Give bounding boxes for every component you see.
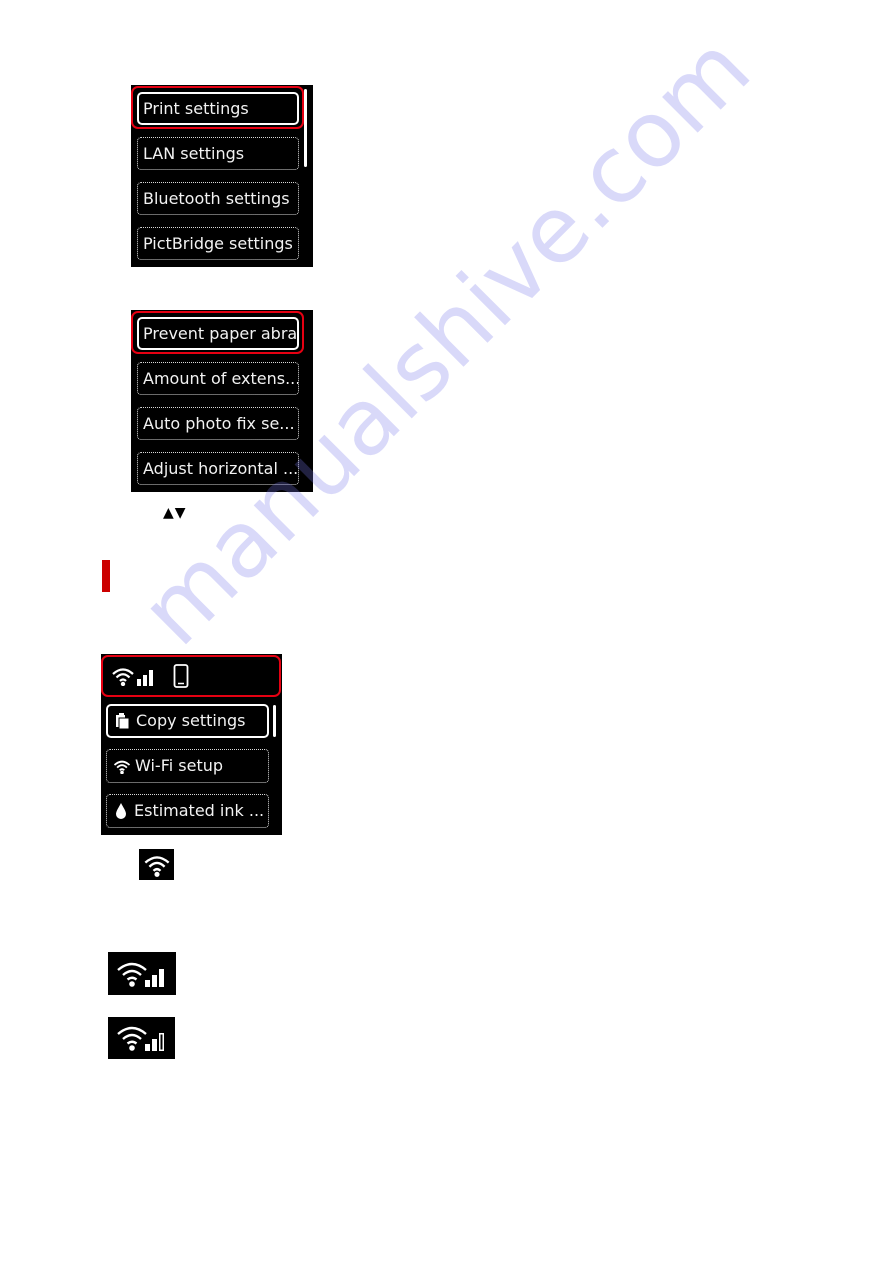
scrollbar[interactable] (304, 89, 307, 167)
copy-icon (116, 713, 130, 730)
menu-item-adjust-horizontal[interactable]: Adjust horizontal ... (137, 452, 299, 485)
menu-item-label: Copy settings (136, 711, 246, 730)
menu-item-bluetooth-settings[interactable]: Bluetooth settings (137, 182, 299, 215)
wifi-signal-medium-icon (116, 1026, 164, 1051)
highlight-frame (131, 86, 304, 129)
wifi-icon-sample (139, 849, 174, 880)
wifi-signal-medium-sample (108, 1017, 175, 1059)
menu-item-label: Estimated ink ... (134, 801, 265, 820)
menu-item-amount-of-extension[interactable]: Amount of extens... (137, 362, 299, 395)
wifi-icon (113, 760, 131, 774)
highlight-frame (131, 311, 304, 354)
section-heading-marker (102, 560, 110, 592)
menu-item-auto-photo-fix[interactable]: Auto photo fix se... (137, 407, 299, 440)
highlight-frame (101, 655, 281, 697)
menu-item-estimated-ink[interactable]: Estimated ink ... (106, 794, 269, 828)
wifi-signal-strong-sample (108, 952, 176, 995)
menu-item-wifi-setup[interactable]: Wi-Fi setup (106, 749, 269, 783)
wifi-icon (144, 855, 169, 877)
menu-item-lan-settings[interactable]: LAN settings (137, 137, 299, 170)
ink-drop-icon (116, 803, 126, 819)
menu-item-pictbridge-settings[interactable]: PictBridge settings (137, 227, 299, 260)
menu-item-label: Wi-Fi setup (135, 756, 224, 775)
down-arrow-icon: ▼ (174, 505, 187, 521)
menu-item-copy-settings[interactable]: Copy settings (106, 704, 269, 738)
navigation-arrows: ▲▼ (163, 505, 187, 521)
scrollbar[interactable] (273, 705, 276, 737)
up-arrow-icon: ▲ (163, 505, 175, 521)
wifi-signal-strong-icon (117, 962, 164, 987)
